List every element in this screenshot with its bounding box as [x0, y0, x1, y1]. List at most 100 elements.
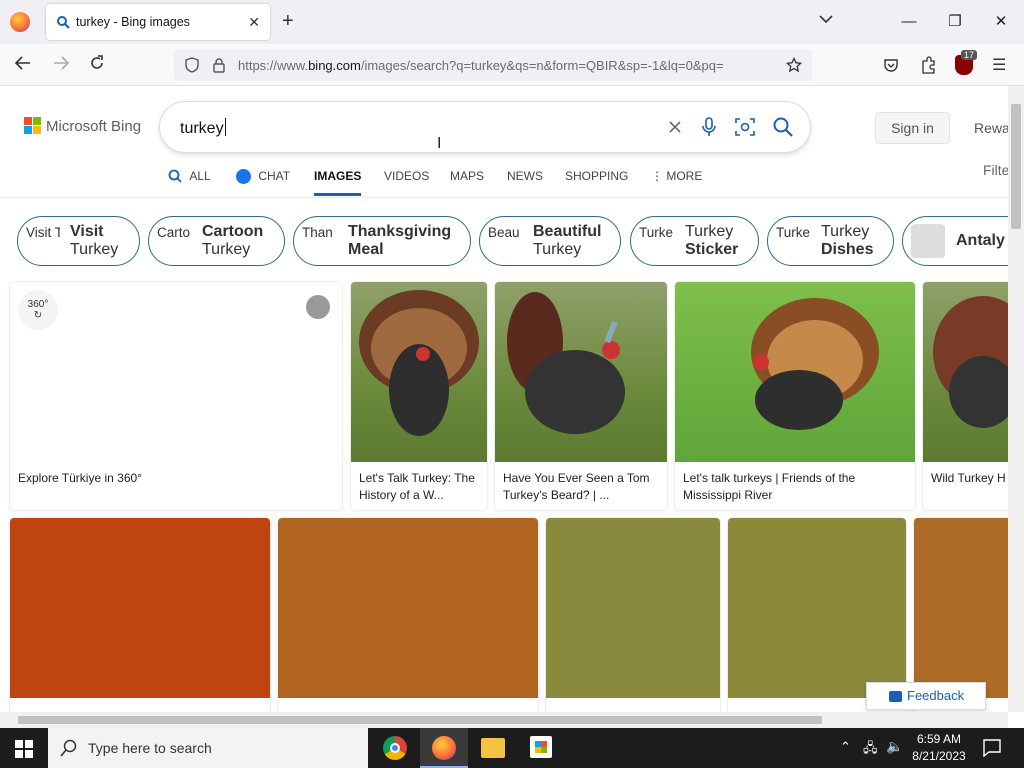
image-result[interactable] — [278, 518, 538, 712]
chip-label: Visit Turkey — [70, 223, 119, 258]
image-result[interactable]: 360° ↻ Explore Türkiye in 360° — [10, 282, 342, 510]
network-icon[interactable]: 🖧 — [863, 739, 878, 761]
pocket-icon[interactable] — [883, 57, 899, 73]
related-chip[interactable]: Carto Turke CartoonTurkey — [148, 216, 285, 266]
close-tab-icon[interactable]: ✕ — [248, 14, 260, 31]
image-result[interactable]: Have You Ever Seen a Tom Turkey's Beard?… — [495, 282, 667, 510]
back-icon[interactable] — [14, 54, 32, 77]
search-icon — [57, 16, 70, 29]
windows-start-icon[interactable] — [15, 740, 33, 758]
horizontal-scrollbar[interactable] — [0, 712, 1008, 728]
filter-link[interactable]: Filte — [983, 162, 1008, 178]
tab-more[interactable]: ⋮ MORE — [651, 169, 702, 183]
extensions-icon[interactable] — [920, 56, 936, 74]
microsoft-logo-icon[interactable] — [24, 117, 42, 139]
new-tab-button[interactable]: + — [282, 10, 294, 33]
image-caption: Have You Ever Seen a Tom Turkey's Beard?… — [503, 471, 650, 502]
chip-thumbnail: Turke Dishe — [776, 225, 810, 240]
feedback-icon — [889, 691, 902, 702]
taskbar-clock[interactable]: 6:59 AM 8/21/2023 — [906, 731, 972, 765]
tab-all[interactable]: ALL — [168, 169, 211, 183]
options-icon[interactable] — [306, 295, 330, 319]
forward-icon[interactable] — [52, 54, 70, 77]
turkey-image — [923, 282, 1008, 462]
search-input[interactable]: turkey — [180, 118, 226, 138]
chip-thumbnail: Than Meal — [302, 225, 336, 240]
tab-news[interactable]: NEWS — [507, 169, 543, 183]
menu-icon[interactable]: ☰ — [992, 55, 1006, 75]
image-result[interactable]: Let's Talk Turkey: The History of a W... — [351, 282, 487, 510]
turkey-image — [351, 282, 487, 462]
tab-title: turkey - Bing images — [76, 15, 190, 29]
related-chip[interactable]: Antaly — [902, 216, 1008, 266]
tab-images[interactable]: IMAGES — [314, 169, 362, 196]
microphone-icon[interactable] — [701, 117, 717, 137]
chip-thumbnail — [911, 224, 945, 258]
related-chip[interactable]: Than Meal Thanksgiving Meal — [293, 216, 471, 266]
volume-icon[interactable]: 🔈 — [886, 738, 903, 755]
chip-thumbnail: Carto Turke — [157, 225, 191, 240]
reload-icon[interactable] — [88, 54, 106, 77]
screen: turkey - Bing images ✕ + — ❐ ✕ https://w… — [0, 0, 1024, 768]
chip-label: Turkey Dishes — [821, 223, 874, 258]
browser-tab[interactable]: turkey - Bing images ✕ — [46, 4, 270, 40]
tab-shopping[interactable]: SHOPPING — [565, 169, 628, 183]
bookmark-star-icon[interactable] — [786, 57, 802, 73]
store-icon[interactable] — [530, 736, 552, 758]
lock-icon[interactable] — [212, 57, 226, 73]
turkey-image — [495, 282, 667, 462]
search-box[interactable]: turkey — [160, 102, 810, 152]
taskbar-search[interactable]: Type here to search — [48, 728, 368, 768]
image-caption: Wild Turkey H — [931, 471, 1006, 485]
related-chip[interactable]: Turke Dishe TurkeyDishes — [767, 216, 894, 266]
active-tab-indicator — [314, 193, 362, 196]
image-caption: Let's Talk Turkey: The History of a W... — [359, 471, 475, 502]
sign-in-button[interactable]: Sign in — [875, 112, 950, 144]
file-explorer-icon[interactable] — [481, 738, 505, 758]
firefox-view-icon[interactable] — [10, 12, 30, 32]
divider — [0, 197, 1008, 198]
close-window-button[interactable]: ✕ — [978, 8, 1024, 36]
url-bar[interactable]: https://www.bing.com/images/search?q=tur… — [174, 49, 812, 81]
tab-chat[interactable]: CHAT — [236, 169, 290, 184]
image-result[interactable] — [546, 518, 720, 712]
shield-icon[interactable] — [184, 57, 200, 73]
tab-maps[interactable]: MAPS — [450, 169, 484, 183]
chrome-icon[interactable] — [383, 736, 407, 760]
image-result[interactable]: Wild Turkey H — [923, 282, 1008, 510]
image-caption: Let's talk turkeys | Friends of the Miss… — [683, 471, 856, 502]
url-text: https://www.bing.com/images/search?q=tur… — [238, 58, 724, 73]
feedback-button[interactable]: Feedback — [866, 682, 986, 710]
tab-videos[interactable]: VIDEOS — [384, 169, 429, 183]
related-chip[interactable]: Turke Sticke TurkeySticker — [630, 216, 759, 266]
related-chip[interactable]: Beau Turke BeautifulTurkey — [479, 216, 621, 266]
image-result[interactable] — [10, 518, 270, 712]
image-placeholder — [278, 518, 538, 698]
search-submit-icon[interactable] — [772, 116, 794, 138]
image-placeholder — [10, 518, 270, 698]
vertical-scrollbar[interactable] — [1008, 86, 1024, 712]
chat-icon — [236, 169, 251, 184]
firefox-taskbar-button[interactable] — [420, 728, 468, 768]
related-chip[interactable]: Visit Turke VisitTurkey — [17, 216, 140, 266]
navigation-toolbar: https://www.bing.com/images/search?q=tur… — [0, 44, 1024, 86]
chip-label: Beautiful Turkey — [533, 223, 602, 258]
rewards-link[interactable]: Rewa — [974, 120, 1008, 136]
image-placeholder — [546, 518, 720, 698]
chevron-up-icon[interactable]: ⌃ — [840, 739, 851, 755]
bing-logo-text[interactable]: Microsoft Bing — [46, 118, 141, 135]
firefox-icon — [432, 736, 456, 760]
tab-strip: turkey - Bing images ✕ + — ❐ ✕ — [0, 0, 1024, 44]
360-icon: 360° ↻ — [18, 290, 58, 330]
chip-thumbnail: Visit Turke — [26, 225, 60, 240]
chip-thumbnail: Turke Sticke — [639, 225, 673, 240]
clear-icon[interactable] — [668, 120, 682, 134]
image-caption: Explore Türkiye in 360° — [18, 471, 142, 485]
turkey-image — [675, 282, 915, 462]
notifications-icon[interactable] — [983, 739, 1001, 757]
maximize-button[interactable]: ❐ — [932, 8, 978, 36]
visual-search-icon[interactable] — [735, 117, 755, 137]
image-result[interactable]: Let's talk turkeys | Friends of the Miss… — [675, 282, 915, 510]
minimize-button[interactable]: — — [886, 8, 932, 36]
list-tabs-icon[interactable] — [818, 12, 834, 30]
